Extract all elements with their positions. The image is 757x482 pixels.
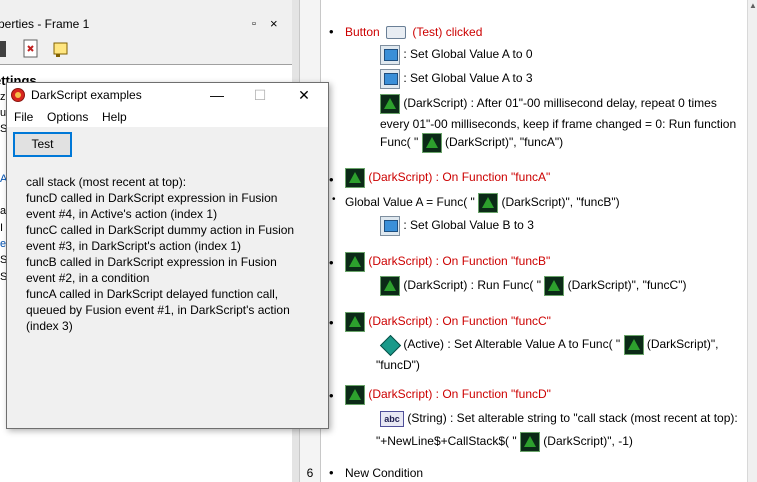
event-editor: 6 ▲ • Button (Test) clicked : Set Global… bbox=[292, 0, 757, 482]
action-text: "+NewLine$+CallStack$( " bbox=[376, 434, 517, 449]
event-4-action-1-line-2: "funcD") bbox=[376, 358, 420, 372]
system-icon bbox=[380, 216, 400, 236]
new-condition-link[interactable]: New Condition bbox=[345, 465, 423, 481]
output-line: (index 3) bbox=[26, 319, 73, 333]
condition-text: (Test) clicked bbox=[412, 25, 483, 39]
vertical-scrollbar[interactable]: ▲ bbox=[747, 0, 757, 482]
output-line: funcA called in DarkScript delayed funct… bbox=[26, 287, 279, 301]
action-text: Func( " bbox=[380, 135, 419, 150]
event-1-action-1[interactable]: : Set Global Value A to 0 bbox=[380, 45, 533, 65]
event-bullet: • bbox=[329, 255, 334, 270]
event-1-action-3-line-2: every 01"-00 milliseconds, keep if frame… bbox=[380, 117, 737, 131]
output-line: queued by Fusion event #1, in DarkScript… bbox=[26, 303, 290, 317]
event-1-action-2[interactable]: : Set Global Value A to 3 bbox=[380, 69, 533, 89]
output-line: funcB called in DarkScript expression in… bbox=[26, 255, 277, 269]
action-text: (DarkScript)", bbox=[646, 337, 719, 352]
call-stack-output: call stack (most recent at top): funcD ca… bbox=[26, 174, 324, 334]
event-5-condition[interactable]: (DarkScript) : On Function "funcD" bbox=[345, 385, 551, 405]
system-icon bbox=[380, 45, 400, 65]
darkscript-icon bbox=[345, 252, 365, 272]
darkscript-icon bbox=[421, 133, 442, 153]
condition-object-label: Button bbox=[345, 25, 380, 39]
condition-text: (DarkScript) : On Function "funcD" bbox=[368, 387, 551, 402]
darkscript-icon bbox=[345, 312, 365, 332]
action-text: (DarkScript) : Run Func( " bbox=[403, 278, 541, 293]
properties-title: perties - Frame 1 bbox=[0, 17, 90, 31]
action-text: (Active) : Set Alterable Value A to Func… bbox=[403, 337, 621, 352]
output-line: event #2, in a condition bbox=[26, 271, 150, 285]
minimize-button[interactable]: — bbox=[207, 85, 227, 105]
window-title: DarkScript examples bbox=[31, 88, 142, 102]
properties-toolbar bbox=[0, 36, 292, 64]
close-icon[interactable]: × bbox=[270, 13, 278, 35]
darkscript-icon bbox=[380, 94, 400, 114]
darkscript-icon bbox=[478, 193, 499, 213]
pin-icon[interactable]: ▫ bbox=[252, 13, 256, 35]
menu-options[interactable]: Options bbox=[47, 110, 88, 124]
condition-text: Global Value A = Func( " bbox=[345, 195, 475, 210]
output-line: call stack (most recent at top): bbox=[26, 175, 187, 189]
condition-text: (DarkScript) : On Function "funcA" bbox=[368, 170, 551, 185]
output-line: funcC called in DarkScript dummy action … bbox=[26, 223, 295, 237]
action-text: (DarkScript)", -1) bbox=[543, 434, 633, 449]
action-text: : Set Global Value B to 3 bbox=[403, 218, 534, 233]
condition-text: (DarkScript)", "funcB") bbox=[501, 195, 620, 210]
maximize-button[interactable]: ☐ bbox=[250, 85, 270, 105]
darkscript-icon bbox=[380, 276, 400, 296]
subcondition-bullet: • bbox=[332, 194, 336, 205]
event-3-condition[interactable]: (DarkScript) : On Function "funcB" bbox=[345, 252, 550, 272]
darkscript-examples-window: DarkScript examples — ☐ ✕ File Options H… bbox=[6, 82, 329, 429]
action-text: (String) : Set alterable string to "call… bbox=[407, 411, 738, 425]
menu-help[interactable]: Help bbox=[102, 110, 127, 124]
darkscript-icon bbox=[544, 276, 565, 296]
document-icon[interactable] bbox=[22, 39, 42, 61]
window-title-bar[interactable]: DarkScript examples — ☐ ✕ bbox=[7, 83, 328, 107]
event-5-action-1-line-2: "+NewLine$+CallStack$( " (DarkScript)", … bbox=[376, 432, 633, 452]
system-icon bbox=[380, 69, 400, 89]
darkscript-icon bbox=[345, 168, 365, 188]
string-object-icon: abc bbox=[380, 410, 404, 427]
darkscript-icon bbox=[623, 335, 644, 355]
button-object-icon bbox=[386, 26, 407, 40]
action-text: : Set Global Value A to 3 bbox=[403, 71, 533, 86]
event-1-condition[interactable]: Button (Test) clicked bbox=[345, 24, 482, 40]
output-line: funcD called in DarkScript expression in… bbox=[26, 191, 278, 205]
menu-file[interactable]: File bbox=[14, 110, 33, 124]
event-bullet: • bbox=[329, 24, 334, 39]
active-object-icon bbox=[380, 335, 400, 355]
menu-bar: File Options Help bbox=[7, 107, 328, 128]
event-5-action-1[interactable]: abc (String) : Set alterable string to "… bbox=[380, 410, 738, 427]
test-button[interactable]: Test bbox=[13, 132, 72, 157]
app-icon bbox=[11, 88, 25, 102]
event-2-subcondition[interactable]: Global Value A = Func( " (DarkScript)", … bbox=[345, 193, 620, 213]
event-4-condition[interactable]: (DarkScript) : On Function "funcC" bbox=[345, 312, 551, 332]
action-text: (DarkScript)", "funcC") bbox=[567, 278, 687, 293]
action-text: : Set Global Value A to 0 bbox=[403, 47, 533, 62]
output-line: event #3, in DarkScript's action (index … bbox=[26, 239, 242, 253]
comment-icon[interactable] bbox=[52, 39, 72, 61]
event-2-condition[interactable]: (DarkScript) : On Function "funcA" bbox=[345, 168, 550, 188]
window-client-area: Test call stack (most recent at top): fun… bbox=[7, 127, 328, 428]
scroll-up-arrow-icon[interactable]: ▲ bbox=[749, 1, 757, 10]
event-bullet: • bbox=[329, 315, 334, 330]
event-bullet: • bbox=[329, 465, 334, 480]
toolbar-cut-icon[interactable] bbox=[0, 39, 14, 61]
condition-text: (DarkScript) : On Function "funcC" bbox=[368, 314, 551, 329]
event-bullet: • bbox=[329, 388, 334, 403]
close-button[interactable]: ✕ bbox=[294, 85, 314, 105]
event-1-action-3[interactable]: (DarkScript) : After 01"-00 millisecond … bbox=[380, 94, 717, 114]
event-bullet: • bbox=[329, 172, 334, 187]
condition-text: (DarkScript) : On Function "funcB" bbox=[368, 254, 551, 269]
properties-title-bar: perties - Frame 1 ▫ × bbox=[0, 13, 292, 35]
line-number: 6 bbox=[306, 466, 314, 480]
action-text: (DarkScript) : After 01"-00 millisecond … bbox=[403, 96, 717, 111]
darkscript-icon bbox=[519, 432, 540, 452]
output-line: event #4, in Active's action (index 1) bbox=[26, 207, 218, 221]
action-text: (DarkScript)", "funcA") bbox=[444, 135, 564, 150]
event-3-action-1[interactable]: (DarkScript) : Run Func( " (DarkScript)"… bbox=[380, 276, 686, 296]
event-2-action-1[interactable]: : Set Global Value B to 3 bbox=[380, 216, 534, 236]
event-4-action-1[interactable]: (Active) : Set Alterable Value A to Func… bbox=[380, 335, 718, 355]
darkscript-icon bbox=[345, 385, 365, 405]
event-1-action-3-line-3: Func( " (DarkScript)", "funcA") bbox=[380, 133, 563, 153]
